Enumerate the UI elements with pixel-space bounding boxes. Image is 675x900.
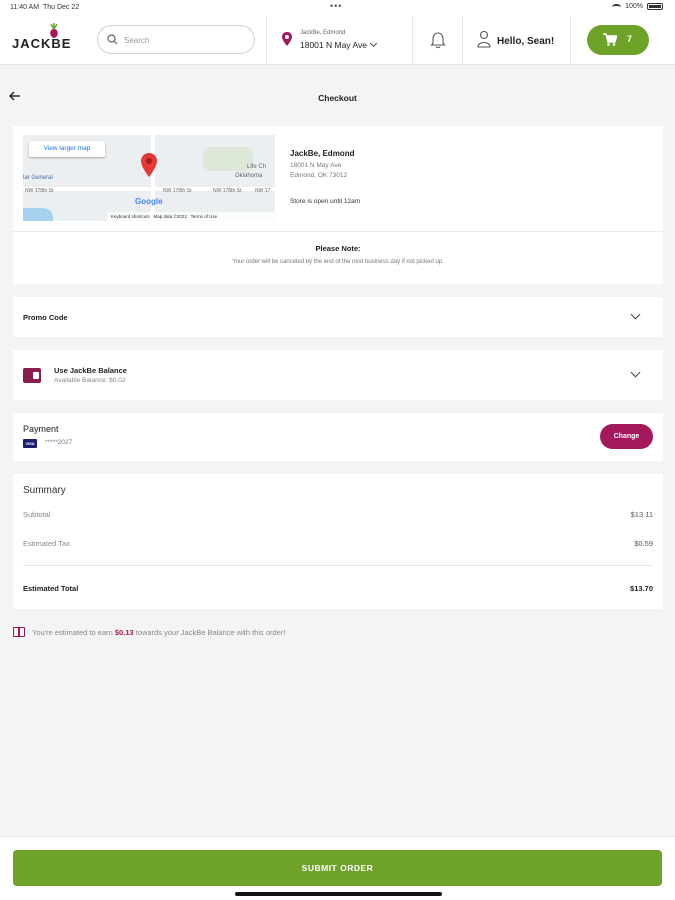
- subtotal-value: $13.11: [630, 510, 653, 519]
- tax-value: $0.59: [634, 539, 653, 548]
- total-label: Estimated Total: [23, 584, 79, 593]
- divider: [13, 231, 663, 232]
- cart-button[interactable]: 7: [587, 25, 649, 55]
- battery-icon: [647, 3, 663, 10]
- location-pin-icon: [282, 32, 292, 46]
- home-indicator[interactable]: [235, 892, 442, 896]
- map-label: lar General: [23, 175, 53, 181]
- payment-card: Payment VISA *****2027 Change: [13, 413, 663, 461]
- chevron-down-icon: [630, 367, 641, 378]
- map-label: Oklahoma: [235, 173, 263, 179]
- promo-code-label: Promo Code: [23, 313, 68, 322]
- gift-icon: [13, 627, 25, 637]
- header-store-address: 18001 N May Ave: [300, 39, 377, 50]
- header-divider: [570, 16, 571, 64]
- battery-percent: 100%: [625, 3, 643, 10]
- note-text: Your order will be canceled by the end o…: [232, 259, 444, 265]
- earn-prefix: You're estimated to earn: [32, 628, 113, 637]
- store-hours: Store is open until 12am: [290, 198, 361, 205]
- chevron-down-icon: [630, 309, 641, 320]
- subtotal-label: Subtotal: [23, 510, 51, 519]
- cart-icon: [603, 33, 617, 46]
- map-label: NW 178th St: [213, 188, 242, 194]
- earn-amount: $0.13: [114, 628, 134, 637]
- status-bar: 11:40 AM Thu Dec 22 ••• 100%: [0, 0, 675, 16]
- wallet-icon: [23, 368, 41, 383]
- bell-icon[interactable]: [430, 31, 446, 49]
- app-header: JACKBE Search JackBe, Edmond 18001 N May…: [0, 16, 675, 65]
- header-store-name: JackBe, Edmond: [300, 30, 346, 36]
- summary-title: Summary: [23, 485, 66, 496]
- wifi-icon: [612, 3, 622, 10]
- status-time: 11:40 AM Thu Dec 22: [10, 4, 80, 11]
- user-icon[interactable]: [477, 30, 491, 48]
- map-road: [151, 135, 155, 221]
- keyboard-shortcuts-link[interactable]: Keyboard shortcuts: [111, 214, 150, 219]
- visa-card-icon: VISA: [23, 439, 37, 448]
- store-card: View larger map Life Ch Oklahoma NW 178t…: [13, 126, 663, 284]
- map-label: NW 17: [255, 188, 271, 194]
- store-map[interactable]: View larger map Life Ch Oklahoma NW 178t…: [23, 135, 275, 221]
- map-marker-icon[interactable]: [140, 153, 158, 177]
- terms-of-use-link[interactable]: Terms of Use: [191, 214, 218, 219]
- bottom-bar: SUBMIT ORDER: [0, 836, 675, 900]
- view-larger-map-button[interactable]: View larger map: [29, 141, 105, 157]
- earn-message: You're estimated to earn $0.13 towards y…: [13, 627, 286, 637]
- jackbe-logo[interactable]: JACKBE: [12, 36, 71, 51]
- map-label: Life Ch: [247, 164, 267, 170]
- promo-code-row[interactable]: Promo Code: [13, 297, 663, 337]
- search-icon: [107, 34, 118, 45]
- map-water: [23, 208, 53, 221]
- tax-label: Estimated Tax: [23, 539, 70, 548]
- map-label: NW 178th St: [163, 188, 192, 194]
- search-input[interactable]: Search: [97, 25, 255, 54]
- status-right: 100%: [612, 3, 663, 10]
- total-value: $13.70: [630, 584, 653, 593]
- page-title: Checkout: [318, 93, 357, 103]
- store-address-line1: 18001 N May Ave: [290, 162, 342, 169]
- header-divider: [412, 16, 413, 64]
- greeting-text[interactable]: Hello, Sean!: [497, 36, 554, 47]
- payment-title: Payment: [23, 424, 59, 434]
- note-title: Please Note:: [315, 244, 361, 253]
- multitask-dots[interactable]: •••: [330, 1, 342, 11]
- map-park-area: [203, 147, 253, 171]
- map-label: NW 178th St: [25, 188, 54, 194]
- cart-count: 7: [627, 34, 633, 44]
- google-logo: Google: [135, 197, 163, 206]
- divider: [23, 565, 653, 566]
- chevron-down-icon: [369, 39, 377, 48]
- available-balance: Available Balance: $0.02: [54, 377, 126, 384]
- card-number: *****2027: [45, 439, 73, 446]
- header-divider: [266, 16, 267, 64]
- balance-title: Use JackBe Balance: [54, 366, 127, 375]
- map-data-text: Map data ©2022: [153, 214, 187, 219]
- map-footer: Keyboard shortcuts Map data ©2022 Terms …: [107, 212, 275, 221]
- store-selector[interactable]: JackBe, Edmond 18001 N May Ave: [280, 26, 400, 56]
- submit-order-button[interactable]: SUBMIT ORDER: [13, 850, 662, 886]
- order-summary: Summary Subtotal $13.11 Estimated Tax $0…: [13, 474, 663, 609]
- change-payment-button[interactable]: Change: [600, 424, 653, 449]
- store-address-line2: Edmond, OK 73012: [290, 172, 348, 179]
- header-divider: [462, 16, 463, 64]
- jackbe-balance-row[interactable]: Use JackBe Balance Available Balance: $0…: [13, 350, 663, 400]
- store-name: JackBe, Edmond: [290, 149, 355, 158]
- earn-suffix: towards your JackBe Balance with this or…: [135, 628, 286, 637]
- search-placeholder: Search: [124, 36, 150, 45]
